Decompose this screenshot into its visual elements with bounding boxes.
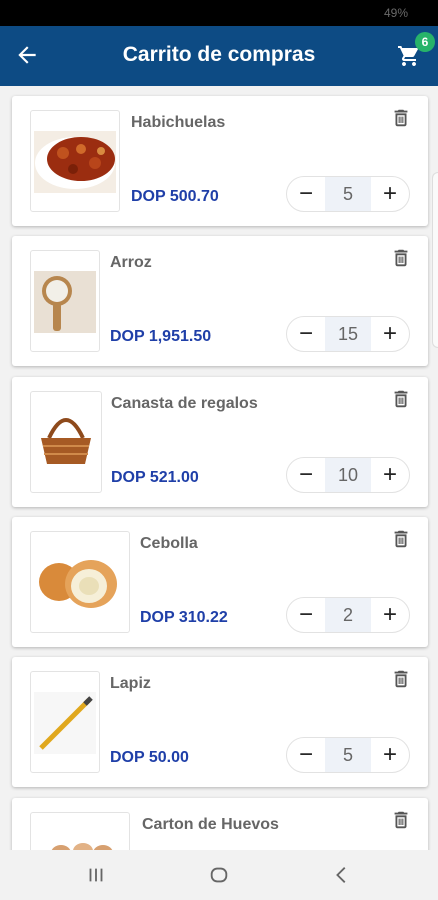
product-image bbox=[30, 531, 130, 633]
cart-item: Arroz DOP 1,951.50 − 15 + bbox=[12, 236, 428, 366]
system-nav-bar bbox=[0, 850, 438, 900]
quantity-stepper: − 5 + bbox=[286, 176, 410, 212]
app-bar: Carrito de compras 6 bbox=[0, 26, 438, 86]
increase-quantity-button[interactable]: + bbox=[371, 738, 409, 772]
quantity-stepper: − 5 + bbox=[286, 737, 410, 773]
product-name: Arroz bbox=[110, 254, 152, 271]
product-name: Lapiz bbox=[110, 675, 151, 692]
increase-quantity-button[interactable]: + bbox=[371, 317, 409, 351]
cart-item: Cebolla DOP 310.22 − 2 + bbox=[12, 517, 428, 647]
product-price: DOP 50.00 bbox=[110, 749, 189, 766]
product-image bbox=[30, 812, 130, 850]
back-nav-icon[interactable] bbox=[329, 864, 355, 886]
quantity-value[interactable]: 2 bbox=[325, 598, 371, 632]
product-image bbox=[30, 110, 120, 212]
quantity-value[interactable]: 15 bbox=[325, 317, 371, 351]
product-image bbox=[30, 391, 102, 493]
product-name: Cebolla bbox=[140, 535, 198, 552]
quantity-value[interactable]: 5 bbox=[325, 177, 371, 211]
trash-icon[interactable] bbox=[390, 246, 412, 270]
quantity-stepper: − 10 + bbox=[286, 457, 410, 493]
decrease-quantity-button[interactable]: − bbox=[287, 177, 325, 211]
recent-apps-icon[interactable] bbox=[83, 864, 109, 886]
product-price: DOP 310.22 bbox=[140, 609, 228, 626]
product-price: DOP 1,951.50 bbox=[110, 328, 212, 345]
cart-count-badge: 6 bbox=[415, 32, 435, 52]
product-name: Habichuelas bbox=[131, 114, 226, 131]
quantity-stepper: − 2 + bbox=[286, 597, 410, 633]
product-price: DOP 500.70 bbox=[131, 188, 219, 205]
product-image bbox=[30, 250, 100, 352]
increase-quantity-button[interactable]: + bbox=[371, 458, 409, 492]
product-price: DOP 521.00 bbox=[111, 469, 199, 486]
quantity-value[interactable]: 10 bbox=[325, 458, 371, 492]
product-name: Carton de Huevos bbox=[142, 816, 279, 833]
decrease-quantity-button[interactable]: − bbox=[287, 458, 325, 492]
cart-list[interactable]: Habichuelas DOP 500.70 − 5 + Arroz DOP 1… bbox=[0, 86, 438, 850]
increase-quantity-button[interactable]: + bbox=[371, 598, 409, 632]
page-title: Carrito de compras bbox=[122, 43, 316, 66]
trash-icon[interactable] bbox=[390, 387, 412, 411]
decrease-quantity-button[interactable]: − bbox=[287, 738, 325, 772]
trash-icon[interactable] bbox=[390, 808, 412, 832]
trash-icon[interactable] bbox=[390, 667, 412, 691]
decrease-quantity-button[interactable]: − bbox=[287, 317, 325, 351]
cart-item: Canasta de regalos DOP 521.00 − 10 + bbox=[12, 377, 428, 507]
increase-quantity-button[interactable]: + bbox=[371, 177, 409, 211]
cart-item: Carton de Huevos bbox=[12, 798, 428, 850]
status-bar: 49% bbox=[0, 0, 438, 26]
quantity-value[interactable]: 5 bbox=[325, 738, 371, 772]
product-name: Canasta de regalos bbox=[111, 395, 258, 412]
quantity-stepper: − 15 + bbox=[286, 316, 410, 352]
battery-level: 49% bbox=[383, 6, 408, 20]
trash-icon[interactable] bbox=[390, 527, 412, 551]
product-image bbox=[30, 671, 100, 773]
scroll-indicator[interactable] bbox=[432, 172, 438, 348]
cart-item: Habichuelas DOP 500.70 − 5 + bbox=[12, 96, 428, 226]
trash-icon[interactable] bbox=[390, 106, 412, 130]
home-icon[interactable] bbox=[206, 864, 232, 886]
decrease-quantity-button[interactable]: − bbox=[287, 598, 325, 632]
cart-item: Lapiz DOP 50.00 − 5 + bbox=[12, 657, 428, 787]
